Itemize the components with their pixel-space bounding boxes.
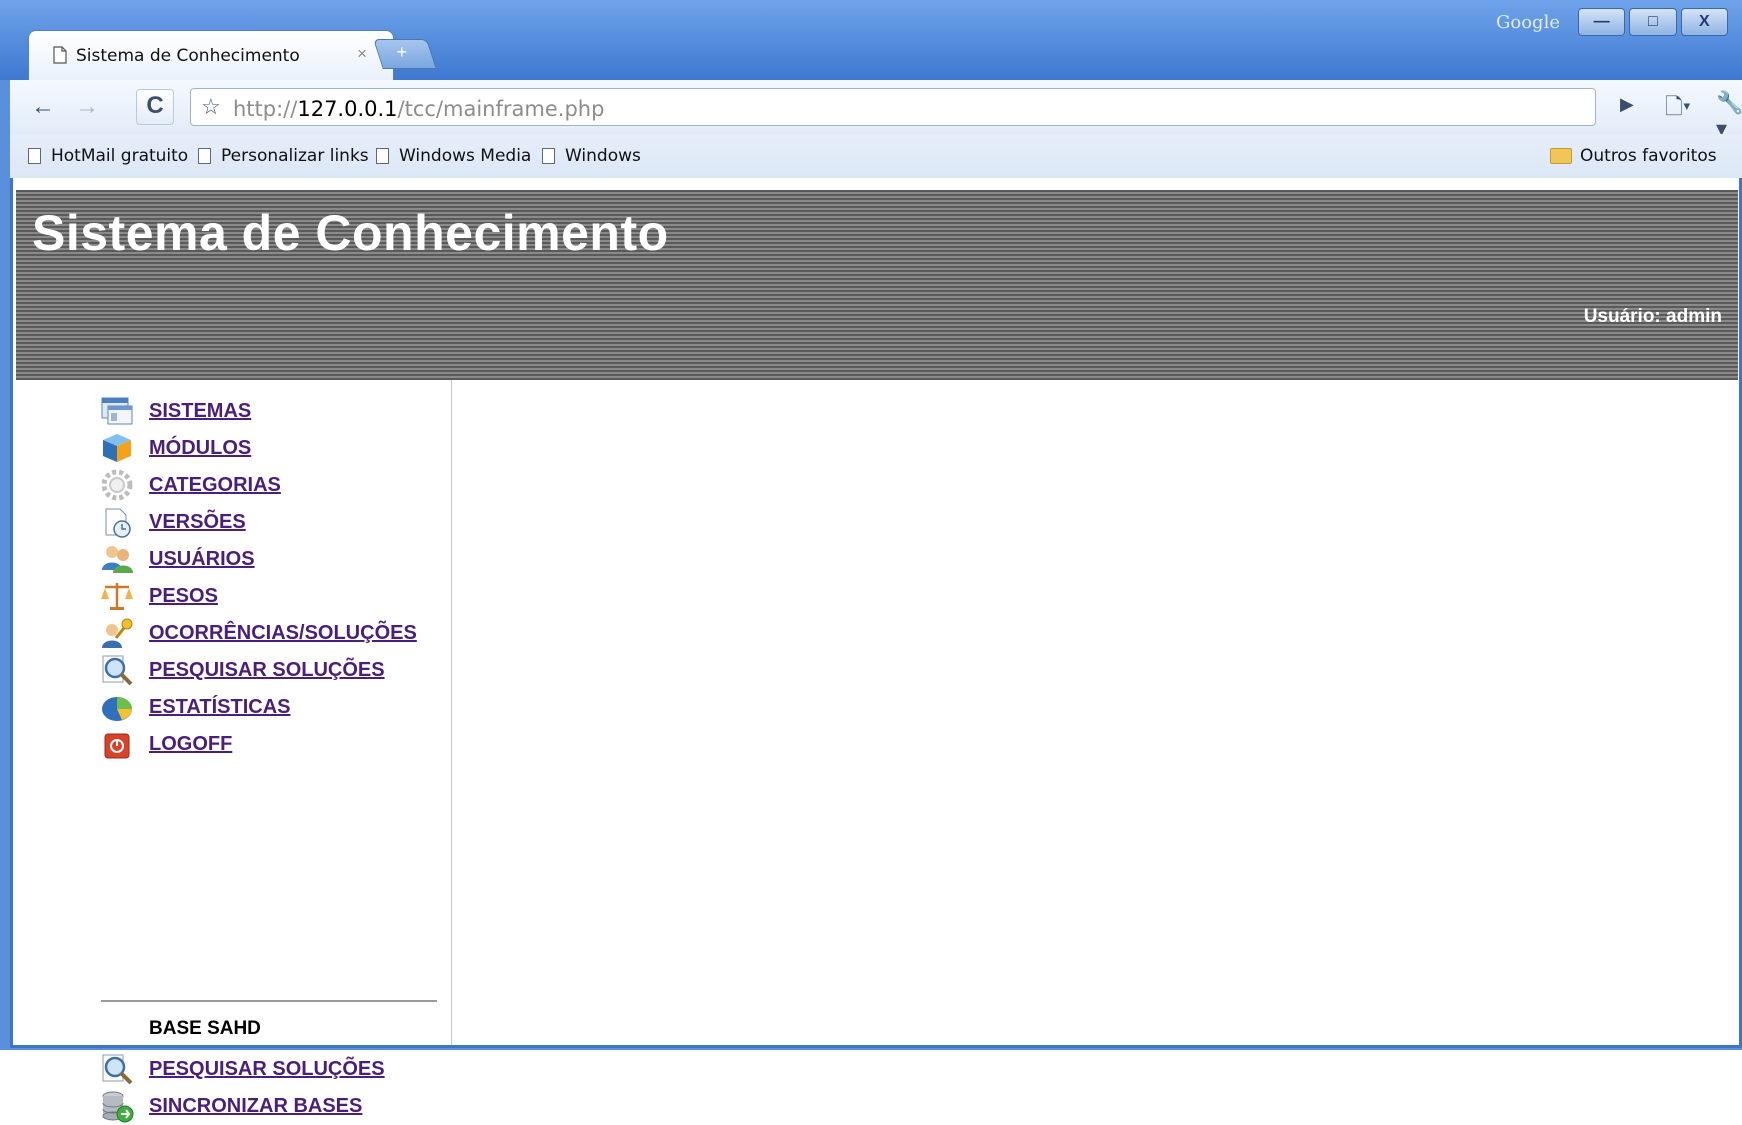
menu-link[interactable]: MÓDULOS bbox=[149, 437, 251, 460]
page-icon bbox=[542, 148, 555, 164]
menu-link[interactable]: PESQUISAR SOLUÇÕES bbox=[149, 659, 385, 682]
url-text[interactable]: http://127.0.0.1/tcc/mainframe.php bbox=[233, 97, 604, 121]
menu-link[interactable]: VERSÕES bbox=[149, 511, 246, 534]
page-icon bbox=[53, 46, 67, 64]
bookmark-item[interactable]: HotMail gratuito bbox=[28, 146, 188, 166]
page-icon bbox=[198, 148, 211, 164]
minimize-button[interactable]: — bbox=[1578, 8, 1626, 36]
bookmark-item[interactable]: Windows Media bbox=[376, 146, 531, 166]
search-icon bbox=[102, 1054, 133, 1085]
bookmark-label: Windows Media bbox=[399, 146, 532, 166]
url-scheme: http:// bbox=[233, 97, 298, 121]
gear-icon bbox=[101, 469, 133, 501]
database-sync-icon bbox=[102, 1091, 134, 1123]
star-icon[interactable]: ☆ bbox=[201, 94, 221, 120]
menu-link[interactable]: PESQUISAR SOLUÇÕES bbox=[149, 1058, 385, 1081]
menu-link[interactable]: LOGOFF bbox=[149, 733, 232, 756]
section-label-base-sahd: BASE SAHD bbox=[149, 1018, 261, 1039]
bookmark-label: Windows bbox=[565, 146, 641, 166]
google-label: Google bbox=[1496, 12, 1560, 33]
plus-icon: + bbox=[396, 42, 408, 62]
window-controls: — □ X bbox=[1578, 8, 1732, 38]
power-icon bbox=[104, 733, 130, 759]
tab-title: Sistema de Conhecimento bbox=[76, 46, 300, 66]
current-user: Usuário: admin bbox=[1583, 306, 1722, 327]
browser-window: Sistema de Conhecimento × + Google — □ X… bbox=[0, 0, 1742, 1123]
bookmark-label: HotMail gratuito bbox=[51, 146, 189, 166]
search-icon bbox=[102, 655, 133, 686]
sidebar-menu: SISTEMAS MÓDULOS CATEGORIAS VERSÕES USUÁ… bbox=[16, 380, 452, 1123]
url-host: 127.0.0.1 bbox=[297, 97, 398, 121]
menu-link[interactable]: SINCRONIZAR BASES bbox=[149, 1095, 362, 1118]
menu-link[interactable]: CATEGORIAS bbox=[149, 474, 281, 497]
menu-link[interactable]: USUÁRIOS bbox=[149, 548, 255, 571]
title-bar: Sistema de Conhecimento × + Google — □ X bbox=[0, 0, 1742, 80]
cube-icon bbox=[103, 434, 131, 462]
page-icon bbox=[28, 148, 41, 164]
page-menu-icon[interactable]: 🗋▾ bbox=[1665, 90, 1691, 128]
maximize-button[interactable]: □ bbox=[1629, 8, 1677, 36]
windows-icon bbox=[101, 397, 133, 425]
go-icon[interactable]: ▶ bbox=[1620, 94, 1634, 115]
menu-link[interactable]: SISTEMAS bbox=[149, 400, 251, 423]
bookmarks-bar: HotMail gratuito Personalizar links Wind… bbox=[10, 134, 1742, 179]
menu-link[interactable]: ESTATÍSTICAS bbox=[149, 696, 290, 719]
folder-icon bbox=[1550, 148, 1572, 164]
menu-link[interactable]: PESOS bbox=[149, 585, 218, 608]
address-bar[interactable]: ☆ http://127.0.0.1/tcc/mainframe.php bbox=[190, 88, 1596, 126]
pie-chart-icon bbox=[102, 697, 132, 721]
page-title: Sistema de Conhecimento bbox=[32, 205, 669, 261]
url-path: /tcc/mainframe.php bbox=[397, 97, 605, 121]
user-key-icon bbox=[102, 618, 133, 648]
tab-close-icon[interactable]: × bbox=[357, 44, 367, 64]
page-icon bbox=[376, 148, 389, 164]
bookmark-item[interactable]: Windows bbox=[542, 146, 641, 166]
close-button[interactable]: X bbox=[1680, 8, 1728, 36]
document-clock-icon bbox=[105, 508, 131, 538]
forward-arrow-icon[interactable]: → bbox=[70, 91, 104, 123]
navigation-toolbar: ← → C ☆ http://127.0.0.1/tcc/mainframe.p… bbox=[10, 80, 1742, 141]
bookmark-label: Personalizar links bbox=[221, 146, 369, 166]
browser-tab[interactable]: Sistema de Conhecimento × bbox=[28, 30, 394, 80]
other-bookmarks-label: Outros favoritos bbox=[1580, 146, 1717, 166]
scale-icon bbox=[101, 583, 133, 610]
sidebar-divider bbox=[101, 1000, 437, 1002]
reload-icon[interactable]: C bbox=[136, 89, 174, 125]
users-icon bbox=[102, 546, 133, 573]
other-bookmarks[interactable]: Outros favoritos bbox=[1550, 146, 1717, 166]
menu-link[interactable]: OCORRÊNCIAS/SOLUÇÕES bbox=[149, 622, 417, 645]
new-tab-button[interactable]: + bbox=[373, 39, 437, 69]
bookmark-item[interactable]: Personalizar links bbox=[198, 146, 369, 166]
back-arrow-icon[interactable]: ← bbox=[26, 91, 60, 123]
header-banner: Sistema de Conhecimento Usuário: admin bbox=[16, 190, 1738, 380]
page-content: Sistema de Conhecimento Usuário: admin S… bbox=[10, 178, 1742, 1123]
